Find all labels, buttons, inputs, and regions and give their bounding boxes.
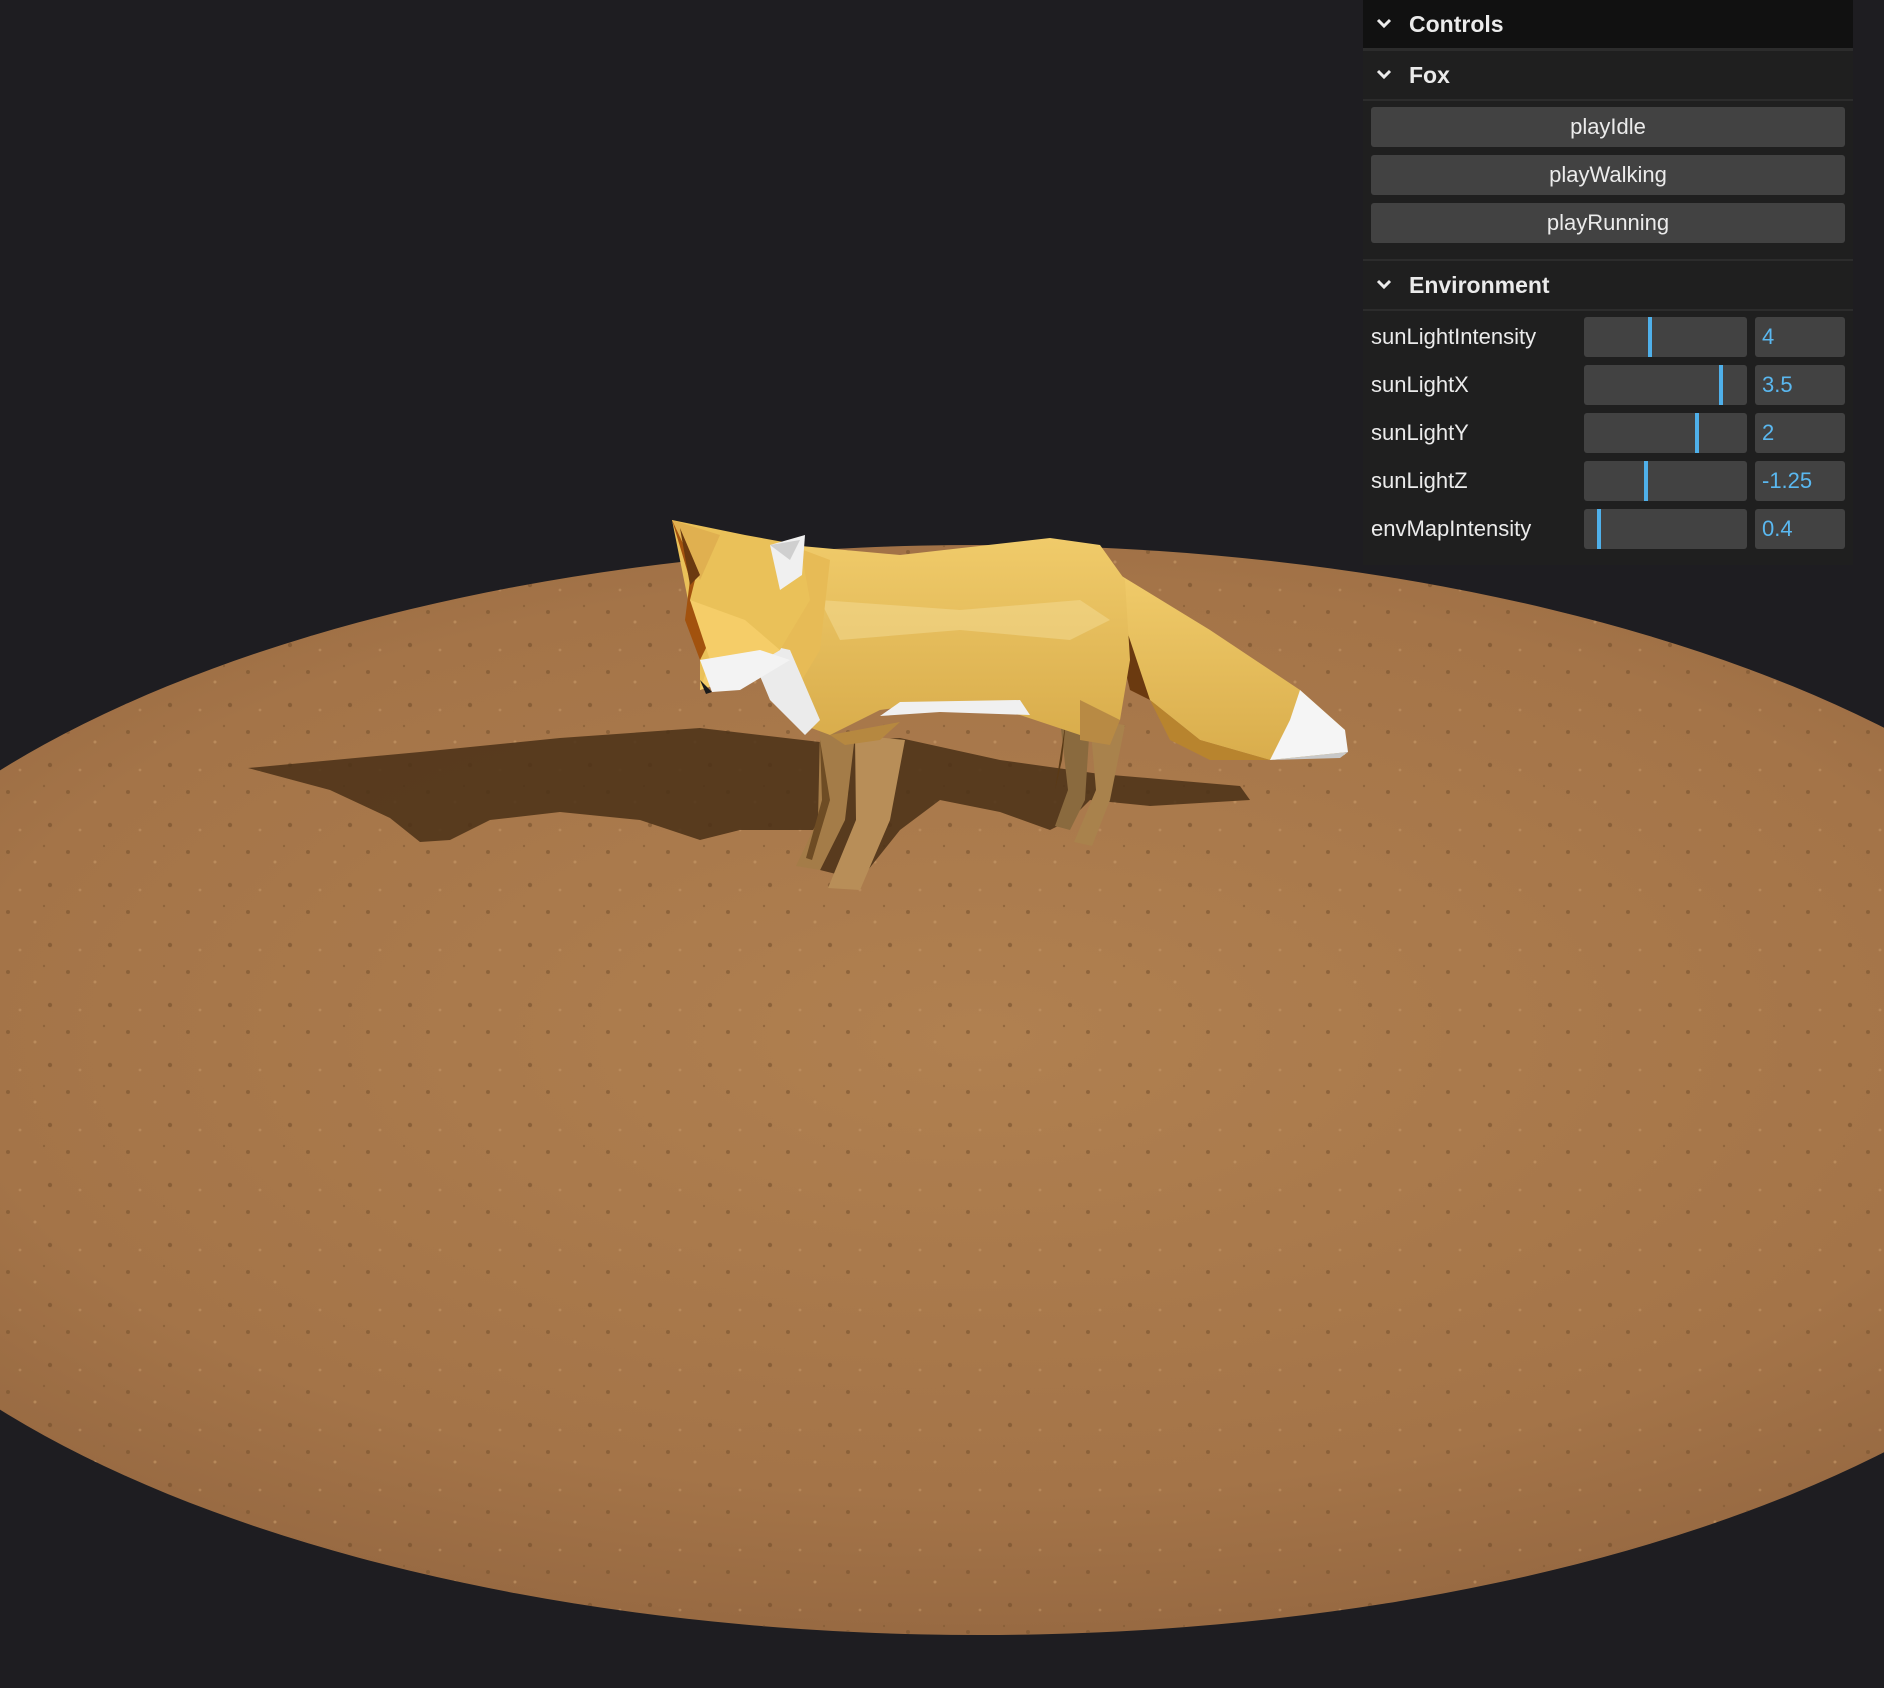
environment-folder-title-bar[interactable]: Environment xyxy=(1363,259,1853,311)
slider-handle[interactable] xyxy=(1648,317,1652,357)
sun-light-z-row: sunLightZ -1.25 xyxy=(1371,461,1845,501)
slider-handle[interactable] xyxy=(1695,413,1699,453)
slider-handle[interactable] xyxy=(1644,461,1648,501)
sun-light-x-input[interactable]: 3.5 xyxy=(1755,365,1845,405)
sun-light-intensity-label: sunLightIntensity xyxy=(1371,324,1537,349)
sun-light-y-input[interactable]: 2 xyxy=(1755,413,1845,453)
chevron-down-icon xyxy=(1373,13,1395,35)
fox-folder: Fox playIdle playWalking playRunning xyxy=(1363,49,1853,259)
env-map-intensity-slider[interactable] xyxy=(1584,509,1747,549)
sun-light-x-slider[interactable] xyxy=(1584,365,1747,405)
chevron-down-icon xyxy=(1373,64,1395,86)
play-idle-button[interactable]: playIdle xyxy=(1371,107,1845,147)
sun-light-intensity-input[interactable]: 4 xyxy=(1755,317,1845,357)
sun-light-y-slider[interactable] xyxy=(1584,413,1747,453)
play-running-button[interactable]: playRunning xyxy=(1371,203,1845,243)
sun-light-z-slider[interactable] xyxy=(1584,461,1747,501)
chevron-down-icon xyxy=(1373,274,1395,296)
controls-title: Controls xyxy=(1409,10,1504,37)
sun-light-intensity-row: sunLightIntensity 4 xyxy=(1371,317,1845,357)
slider-handle[interactable] xyxy=(1597,509,1601,549)
environment-folder-title: Environment xyxy=(1409,271,1550,298)
environment-folder: Environment sunLightIntensity 4 sunLight… xyxy=(1363,259,1853,565)
env-map-intensity-input[interactable]: 0.4 xyxy=(1755,509,1845,549)
fox-folder-title: Fox xyxy=(1409,61,1450,88)
slider-handle[interactable] xyxy=(1719,365,1723,405)
controls-panel: Controls Fox playIdle playWalking playRu… xyxy=(1363,0,1853,565)
sun-light-y-label: sunLightY xyxy=(1371,420,1469,445)
sun-light-z-label: sunLightZ xyxy=(1371,468,1468,493)
fox-folder-title-bar[interactable]: Fox xyxy=(1363,49,1853,101)
sun-light-y-row: sunLightY 2 xyxy=(1371,413,1845,453)
env-map-intensity-row: envMapIntensity 0.4 xyxy=(1371,509,1845,549)
controls-title-bar[interactable]: Controls xyxy=(1363,0,1853,49)
sun-light-x-label: sunLightX xyxy=(1371,372,1469,397)
sun-light-z-input[interactable]: -1.25 xyxy=(1755,461,1845,501)
sun-light-x-row: sunLightX 3.5 xyxy=(1371,365,1845,405)
env-map-intensity-label: envMapIntensity xyxy=(1371,516,1532,541)
play-walking-button[interactable]: playWalking xyxy=(1371,155,1845,195)
sun-light-intensity-slider[interactable] xyxy=(1584,317,1747,357)
